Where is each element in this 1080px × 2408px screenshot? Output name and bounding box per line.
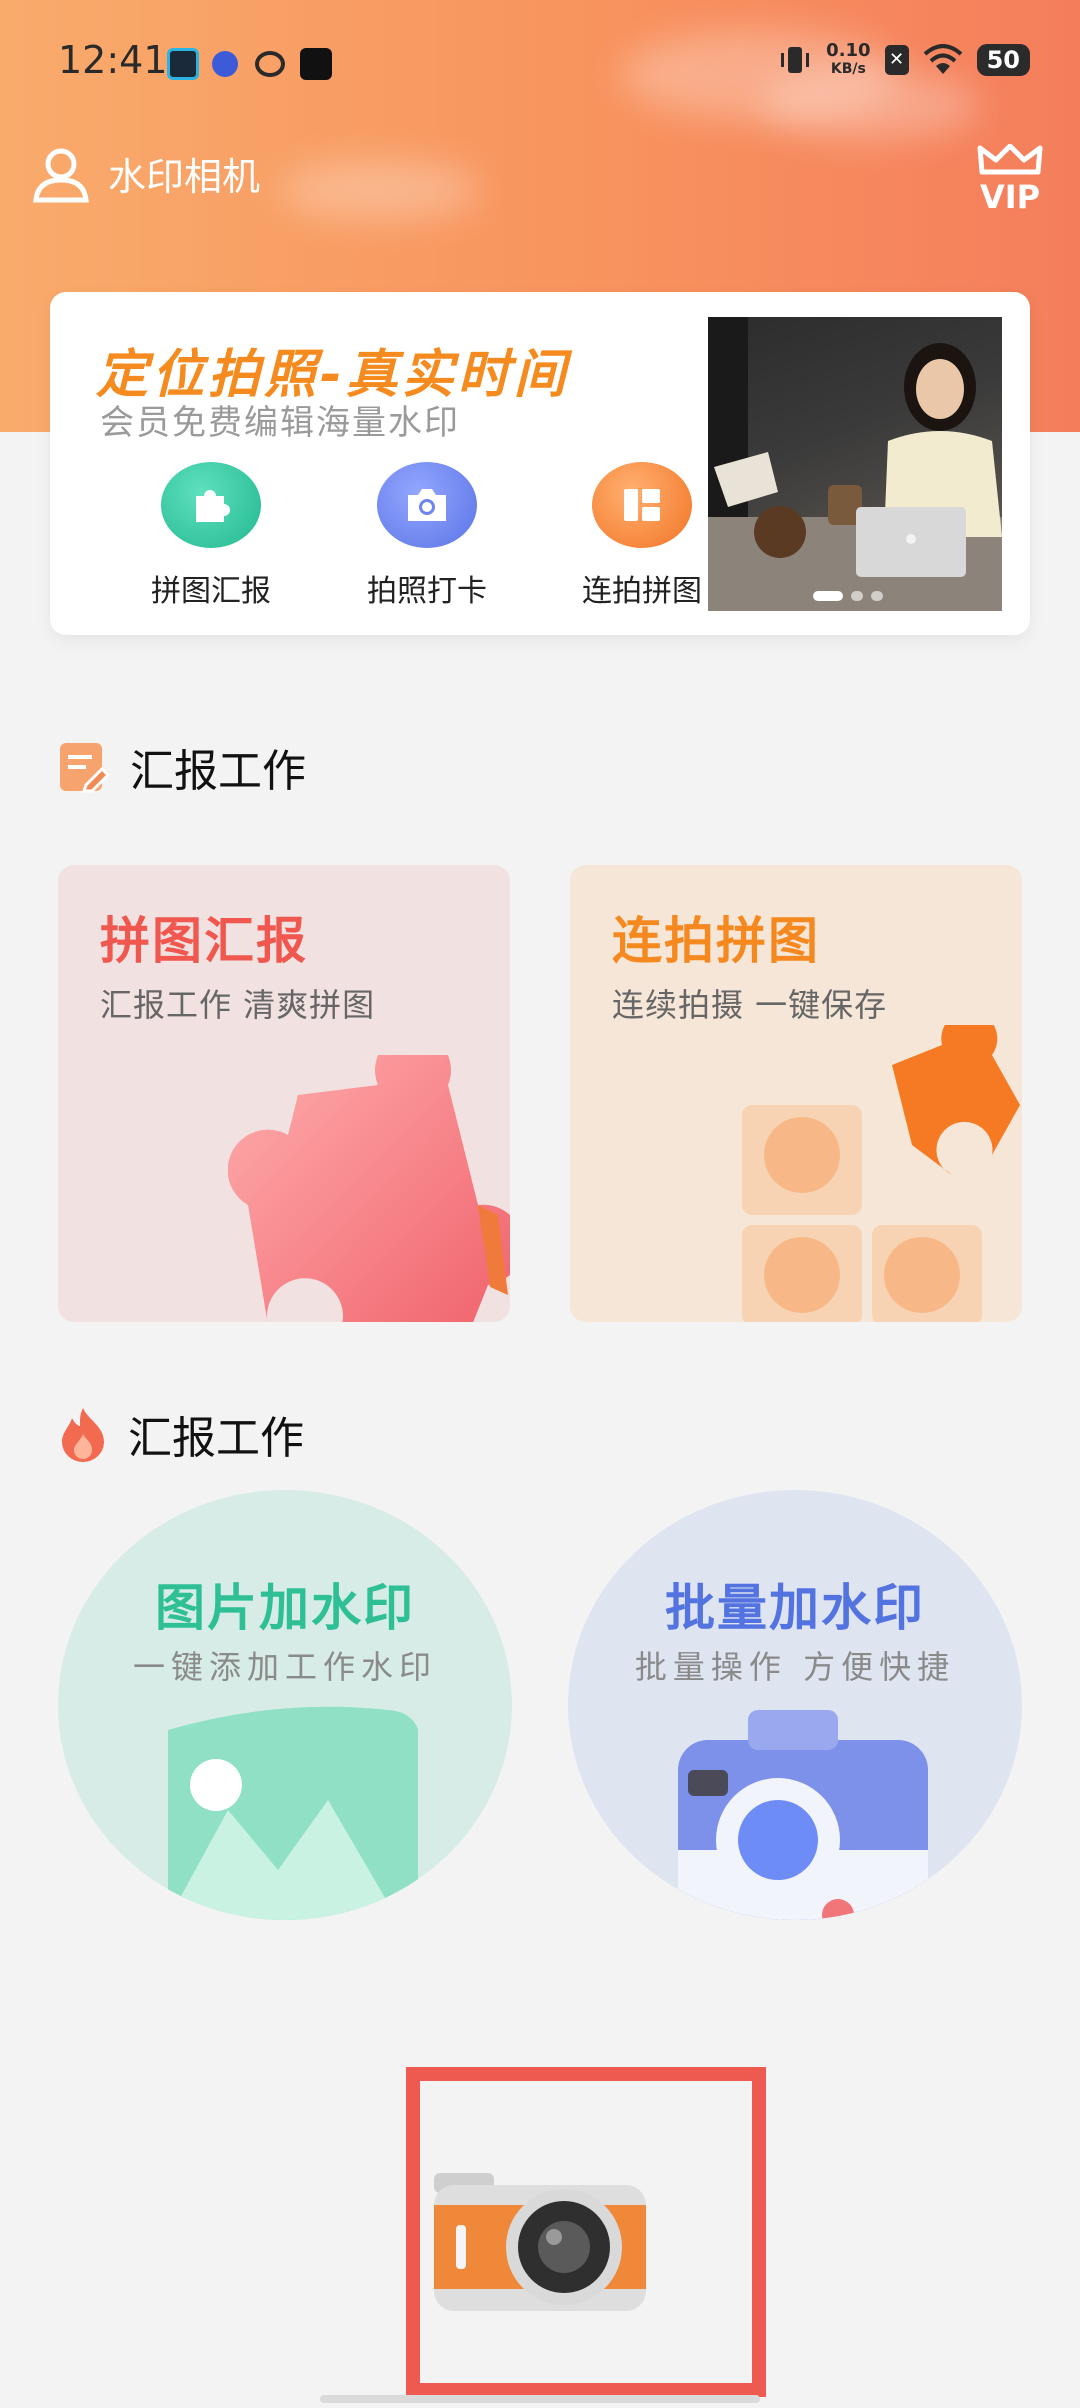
status-bar: 12:41 0.10 KB/s ✕ 50: [0, 28, 1080, 98]
wifi-icon: [923, 44, 962, 74]
status-right: 0.10 KB/s ✕ 50: [778, 42, 1030, 78]
section-title-report-work: 汇报工作: [58, 735, 306, 799]
quick-action-puzzle-report[interactable]: 拼图汇报: [116, 462, 306, 610]
app-notification-icon: [167, 48, 199, 80]
camera-shutter-button[interactable]: [430, 2165, 650, 2315]
crown-icon: [977, 144, 1043, 175]
camera-illustration: [678, 1710, 928, 1920]
promo-banner[interactable]: 定位拍照-真实时间 会员免费编辑海量水印 拼图汇报 拍照打卡 连拍拼图: [50, 292, 1030, 635]
quick-action-photo-checkin[interactable]: 拍照打卡: [332, 462, 522, 610]
card-subtitle: 一键添加工作水印: [132, 1648, 437, 1686]
burst-collage-card[interactable]: 连拍拼图 连续拍摄 一键保存: [570, 865, 1022, 1322]
card-subtitle: 批量操作 方便快捷: [634, 1648, 956, 1686]
status-time: 12:41: [58, 38, 168, 82]
section-title-report-work-2: 汇报工作: [58, 1402, 304, 1466]
card-title: 图片加水印: [155, 1579, 415, 1637]
vibrate-icon: [781, 47, 810, 73]
carousel-dot: [851, 591, 863, 601]
report-icon: [60, 743, 110, 793]
puzzle-piece-illustration: [228, 1055, 510, 1322]
carousel-dot: [871, 591, 883, 601]
battery-indicator: 50: [976, 44, 1030, 76]
app-title: 水印相机: [108, 154, 261, 199]
card-title: 连拍拼图: [612, 912, 820, 970]
card-title: 批量加水印: [665, 1579, 925, 1637]
banner-photo[interactable]: [708, 317, 1002, 611]
mute-icon: ✕: [884, 45, 909, 75]
network-speed: 0.10 KB/s: [826, 40, 871, 78]
camera-icon: [377, 462, 477, 548]
layout-icon: [592, 462, 692, 548]
quick-action-label: 拍照打卡: [367, 574, 487, 609]
camera-icon: [434, 2173, 646, 2311]
app-notification-icon: [212, 51, 238, 77]
user-icon[interactable]: [30, 142, 92, 204]
puzzle-report-card[interactable]: 拼图汇报 汇报工作 清爽拼图: [58, 865, 510, 1322]
app-notification-icon: [255, 51, 285, 77]
puzzle-icon: [161, 462, 261, 548]
woman-with-laptop-image: [708, 317, 1002, 611]
vip-label: VIP: [979, 178, 1041, 216]
home-indicator: [320, 2395, 760, 2403]
image-watermark-card[interactable]: 图片加水印 一键添加工作水印: [58, 1490, 512, 1920]
carousel-dot-active: [813, 591, 843, 601]
batch-watermark-card[interactable]: 批量加水印 批量操作 方便快捷: [568, 1490, 1022, 1920]
quick-action-label: 拼图汇报: [151, 574, 271, 609]
card-subtitle: 连续拍摄 一键保存: [612, 986, 888, 1024]
vip-button[interactable]: VIP: [976, 140, 1044, 216]
image-icon-illustration: [168, 1706, 418, 1920]
tiktok-icon: [300, 48, 332, 80]
card-subtitle: 汇报工作 清爽拼图: [100, 986, 376, 1024]
puzzle-grid-illustration: [742, 1025, 1020, 1322]
flame-icon: [62, 1408, 104, 1462]
banner-subtitle: 会员免费编辑海量水印: [100, 403, 460, 443]
app-header[interactable]: 水印相机: [30, 142, 260, 204]
card-title: 拼图汇报: [100, 912, 308, 970]
carousel-indicator: [813, 591, 883, 601]
